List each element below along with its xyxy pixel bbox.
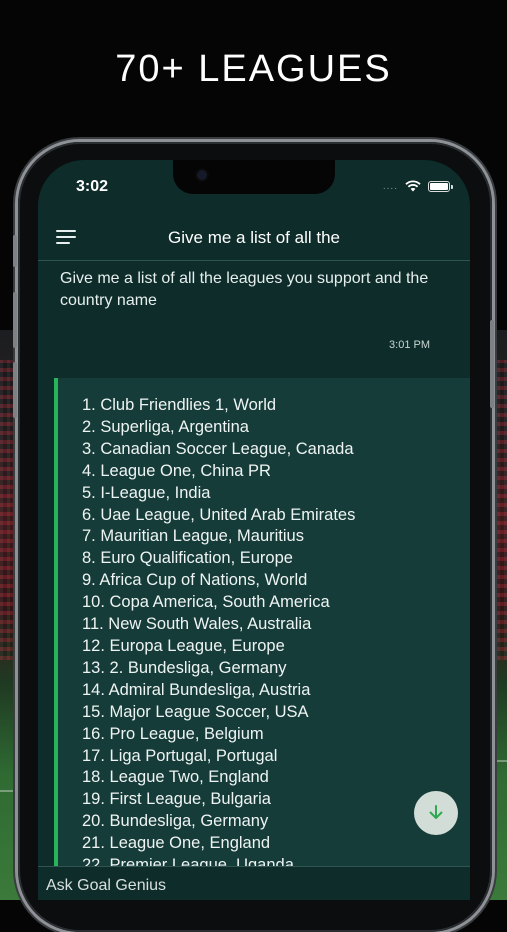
phone-side-button <box>13 292 17 348</box>
phone-screen: 3:02 .... Give me a list of all the Give… <box>38 160 470 900</box>
list-item: 8. Euro Qualification, Europe <box>82 549 293 568</box>
reply-accent-bar <box>54 378 58 866</box>
list-item: 15. Major League Soccer, USA <box>82 702 309 721</box>
list-item: 2. Superliga, Argentina <box>82 417 249 436</box>
list-item: 1. Club Friendlies 1, World <box>82 396 277 414</box>
message-timestamp: 3:01 PM <box>389 339 430 351</box>
list-item: 13. 2. Bundesliga, Germany <box>82 658 287 677</box>
list-item: 11. New South Wales, Australia <box>82 615 312 634</box>
camera-icon <box>197 170 207 180</box>
status-icons: .... <box>382 179 453 193</box>
list-item: 4. League One, China PR <box>82 461 271 480</box>
list-item: 17. Liga Portugal, Portugal <box>82 746 278 765</box>
phone-side-button <box>13 362 17 418</box>
arrow-down-icon <box>429 805 443 819</box>
chat-header: Give me a list of all the <box>38 218 470 261</box>
list-item: 3. Canadian Soccer League, Canada <box>82 439 354 458</box>
message-input[interactable] <box>44 873 458 899</box>
assistant-reply: 1. Club Friendlies 1, World 2. Superliga… <box>54 378 470 866</box>
list-item: 10. Copa America, South America <box>82 593 330 612</box>
pitch-line <box>490 760 507 762</box>
list-item: 20. Bundesliga, Germany <box>82 812 269 831</box>
message-input-bar <box>38 866 470 900</box>
list-item: 18. League Two, England <box>82 768 269 787</box>
list-item: 14. Admiral Bundesliga, Austria <box>82 680 311 699</box>
phone-side-button <box>13 235 17 267</box>
league-list: 1. Club Friendlies 1, World 2. Superliga… <box>82 395 355 866</box>
headline: 70+ LEAGUES <box>115 48 392 90</box>
status-time: 3:02 <box>76 178 109 195</box>
list-item: 6. Uae League, United Arab Emirates <box>82 505 356 524</box>
list-item: 9. Africa Cup of Nations, World <box>82 571 308 590</box>
list-item: 12. Europa League, Europe <box>82 636 285 655</box>
notch <box>173 160 335 194</box>
list-item: 19. First League, Bulgaria <box>82 790 271 809</box>
phone-power-button <box>490 320 494 408</box>
chat-title: Give me a list of all the <box>168 228 340 247</box>
signal-dots: .... <box>382 180 398 192</box>
list-item: 7. Mauritian League, Mauritius <box>82 527 304 546</box>
list-item: 16. Pro League, Belgium <box>82 724 264 743</box>
user-message: Give me a list of all the leagues you su… <box>60 270 429 309</box>
battery-icon <box>428 180 453 192</box>
list-item: 22. Premier League, Uganda <box>82 856 294 866</box>
scroll-to-bottom-button[interactable] <box>414 791 458 835</box>
list-item: 5. I-League, India <box>82 483 211 502</box>
list-item: 21. League One, England <box>82 834 271 853</box>
wifi-icon <box>405 180 421 192</box>
